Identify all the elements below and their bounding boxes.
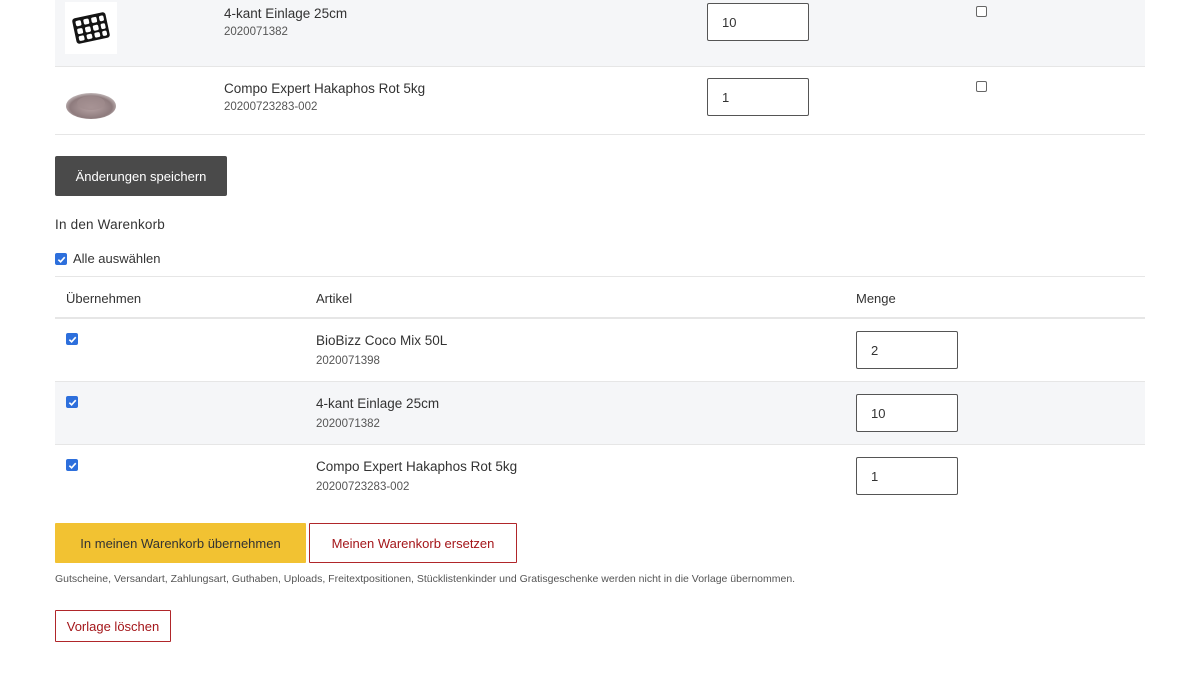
cart-table: Übernehmen Artikel Menge BioBizz Coco Mi…	[55, 276, 1145, 508]
quantity-input[interactable]	[707, 78, 809, 116]
take-checkbox[interactable]	[66, 333, 78, 345]
checkmark-icon	[57, 256, 65, 263]
product-name: BioBizz Coco Mix 50L	[316, 333, 448, 348]
product-number: 20200723283-002	[316, 481, 410, 493]
save-changes-button[interactable]: Änderungen speichern	[55, 156, 227, 196]
take-checkbox[interactable]	[66, 396, 78, 408]
cart-section-title: In den Warenkorb	[55, 217, 166, 232]
product-name: Compo Expert Hakaphos Rot 5kg	[224, 81, 426, 96]
checkmark-icon	[68, 399, 76, 406]
checkmark-icon	[68, 336, 76, 343]
quantity-input[interactable]	[707, 3, 809, 41]
row-checkbox[interactable]	[976, 81, 987, 92]
add-to-cart-button[interactable]: In meinen Warenkorb übernehmen	[55, 523, 306, 563]
fertilizer-pile-image	[65, 78, 117, 130]
replace-cart-button[interactable]: Meinen Warenkorb ersetzen	[309, 523, 517, 563]
checkmark-icon	[68, 462, 76, 469]
select-all-checkbox[interactable]	[55, 253, 67, 265]
product-number: 2020071382	[316, 418, 380, 430]
row-checkbox[interactable]	[976, 6, 987, 17]
select-all-label: Alle auswählen	[73, 251, 161, 266]
product-name: 4-kant Einlage 25cm	[224, 6, 348, 21]
template-note: Gutscheine, Versandart, Zahlungsart, Gut…	[55, 573, 796, 585]
take-checkbox[interactable]	[66, 459, 78, 471]
product-number: 2020071382	[224, 26, 288, 38]
quantity-input[interactable]	[856, 394, 958, 432]
header-article: Artikel	[316, 291, 353, 306]
header-take: Übernehmen	[66, 291, 142, 306]
quantity-input[interactable]	[856, 457, 958, 495]
table-row: Compo Expert Hakaphos Rot 5kg 2020072328…	[55, 445, 1145, 508]
product-number: 20200723283-002	[224, 101, 318, 113]
product-name: 4-kant Einlage 25cm	[316, 396, 440, 411]
product-name: Compo Expert Hakaphos Rot 5kg	[316, 459, 518, 474]
product-row: 4-kant Einlage 25cm 2020071382	[55, 0, 1145, 67]
delete-template-button[interactable]: Vorlage löschen	[55, 610, 171, 642]
grid-insert-image	[65, 2, 117, 54]
header-quantity: Menge	[856, 291, 896, 306]
table-header: Übernehmen Artikel Menge	[55, 277, 1145, 319]
quantity-input[interactable]	[856, 331, 958, 369]
template-detail: 4-kant Einlage 25cm 2020071382 Compo Exp…	[55, 0, 1145, 642]
table-row: BioBizz Coco Mix 50L 2020071398	[55, 319, 1145, 382]
table-row: 4-kant Einlage 25cm 2020071382	[55, 382, 1145, 445]
product-number: 2020071398	[316, 355, 380, 367]
product-row: Compo Expert Hakaphos Rot 5kg 2020072328…	[55, 67, 1145, 135]
